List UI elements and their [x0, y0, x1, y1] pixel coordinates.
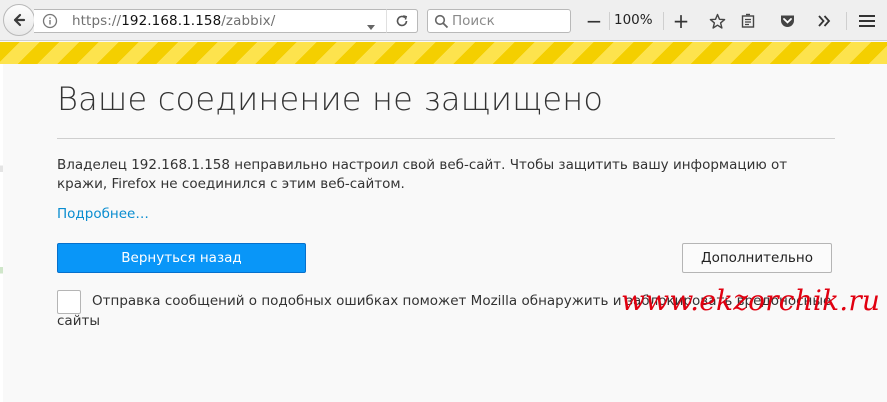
- page-title: Ваше соединение не защищено: [57, 80, 604, 118]
- reload-icon: [396, 15, 408, 27]
- zoom-level[interactable]: 100%: [614, 12, 653, 28]
- learn-more-link[interactable]: Подробнее…: [57, 206, 149, 222]
- star-icon: [709, 13, 725, 29]
- menu-button[interactable]: [854, 9, 880, 33]
- search-bar[interactable]: Поиск: [427, 9, 571, 33]
- url-text[interactable]: https://192.168.1.158/zabbix/: [72, 13, 275, 29]
- pocket-icon: [780, 15, 794, 27]
- browser-toolbar: https://192.168.1.158/zabbix/ Поиск − 10…: [0, 0, 887, 41]
- back-button[interactable]: [3, 4, 35, 36]
- hamburger-menu-icon: [859, 15, 875, 27]
- watermark: www.ekzorchik.ru: [621, 284, 881, 317]
- title-divider: [57, 138, 835, 139]
- chevron-down-icon[interactable]: [366, 17, 376, 36]
- go-back-button[interactable]: Вернуться назад: [57, 243, 306, 273]
- reading-list-button[interactable]: [736, 9, 760, 33]
- report-errors-checkbox[interactable]: [57, 290, 81, 314]
- window-edge: [0, 64, 3, 402]
- url-bar[interactable]: https://192.168.1.158/zabbix/: [34, 9, 418, 33]
- warning-stripe: [0, 42, 887, 64]
- double-chevron-right-icon: [818, 15, 831, 27]
- url-scheme: https://: [72, 13, 122, 29]
- search-icon: [434, 14, 449, 33]
- pocket-button[interactable]: [775, 9, 799, 33]
- advanced-button[interactable]: Дополнительно: [682, 243, 832, 273]
- toolbar-separator: [846, 12, 847, 30]
- reading-list-icon: [741, 13, 755, 28]
- back-arrow-icon: [13, 13, 26, 27]
- info-icon[interactable]: [42, 13, 58, 33]
- bookmark-button[interactable]: [705, 9, 729, 33]
- toolbar-separator: [663, 12, 664, 30]
- zoom-in-button[interactable]: +: [668, 9, 694, 33]
- url-host: 192.168.1.158: [121, 13, 222, 29]
- reload-button[interactable]: [386, 9, 418, 33]
- zoom-out-button[interactable]: −: [581, 9, 607, 33]
- toolbar-separator: [609, 12, 610, 30]
- url-path: /zabbix/: [221, 13, 276, 29]
- error-description: Владелец 192.168.1.158 неправильно настр…: [57, 157, 788, 192]
- search-placeholder: Поиск: [452, 13, 495, 29]
- overflow-button[interactable]: [812, 9, 836, 33]
